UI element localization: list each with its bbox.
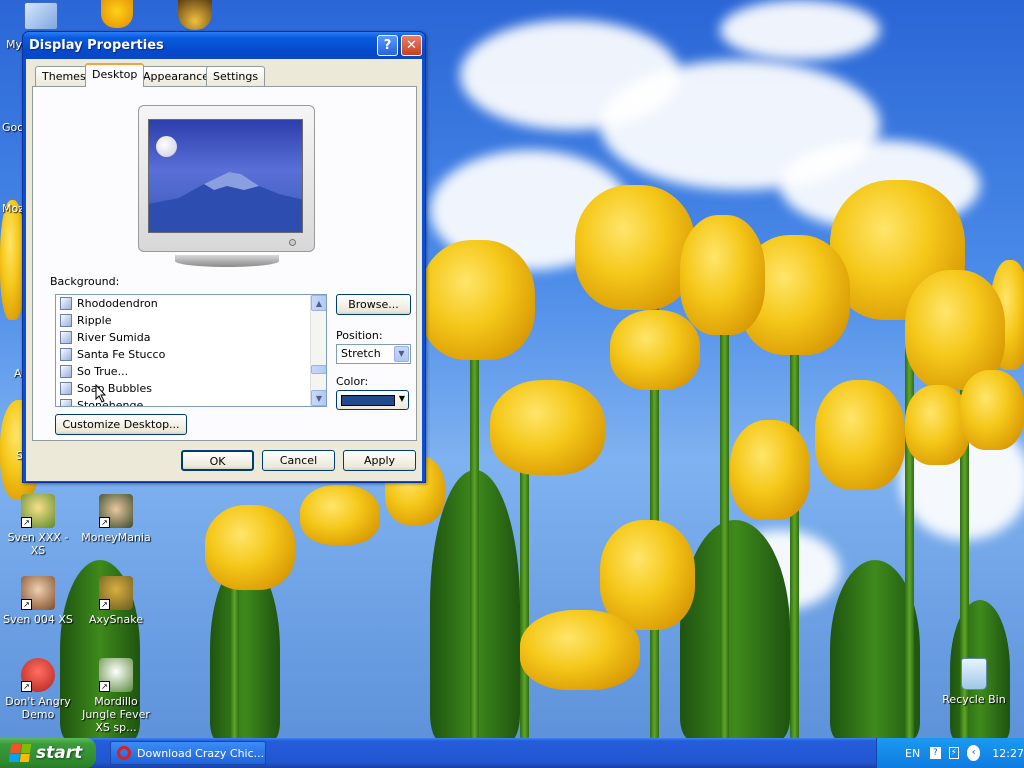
desktop-icon-moneymania[interactable]: ↗ MoneyMania bbox=[78, 494, 154, 544]
language-indicator[interactable]: EN bbox=[905, 747, 920, 760]
chicken-game-icon[interactable] bbox=[101, 0, 133, 28]
list-item[interactable]: River Sumida bbox=[56, 329, 326, 346]
color-label: Color: bbox=[336, 375, 369, 388]
mordillo-icon: ↗ bbox=[99, 658, 133, 692]
desktop-icon-label-google[interactable]: Goo bbox=[2, 121, 24, 134]
shortcut-arrow-icon: ↗ bbox=[21, 599, 32, 610]
customize-desktop-button[interactable]: Customize Desktop... bbox=[55, 414, 187, 435]
desktop-icon-dont-angry[interactable]: ↗ Don't Angry Demo bbox=[0, 658, 76, 721]
desktop-icon-axysnake[interactable]: ↗ AxySnake bbox=[78, 576, 154, 626]
desktop-icon-sven-004[interactable]: ↗ Sven 004 XS bbox=[0, 576, 76, 626]
position-value: Stretch bbox=[341, 347, 381, 360]
desktop-icon-mordillo[interactable]: ↗ Mordillo Jungle Fever XS sp... bbox=[78, 658, 154, 734]
scroll-thumb[interactable] bbox=[311, 365, 326, 374]
close-button[interactable]: ✕ bbox=[401, 35, 422, 56]
clock[interactable]: 12:27 bbox=[992, 747, 1024, 760]
desktop-icon-label: Recycle Bin bbox=[942, 693, 1006, 706]
tab-settings[interactable]: Settings bbox=[206, 66, 266, 86]
dont-angry-icon: ↗ bbox=[21, 658, 55, 692]
mouse-cursor-icon bbox=[95, 384, 107, 403]
network-tray-icon[interactable]: ⚡ bbox=[948, 747, 959, 759]
ok-button[interactable]: OK bbox=[181, 450, 254, 471]
system-tray: EN ? ⚡ ‹ 12:27 bbox=[876, 738, 1024, 768]
image-file-icon bbox=[60, 314, 72, 327]
window-client-area: Themes Desktop Appearance Settings Backg… bbox=[26, 59, 422, 481]
desktop-icon-label: MoneyMania bbox=[81, 531, 151, 544]
color-picker-button[interactable]: ▼ bbox=[336, 390, 409, 410]
recycle-bin-icon bbox=[961, 658, 987, 690]
scroll-down-button[interactable]: ▼ bbox=[311, 390, 326, 406]
desktop-tab-panel: Background: Rhododendron Ripple River Su… bbox=[32, 86, 417, 441]
sven-004-icon: ↗ bbox=[21, 576, 55, 610]
moon-image bbox=[156, 136, 177, 157]
taskbar-item-label: Download Crazy Chic... bbox=[137, 746, 265, 760]
chevron-down-icon[interactable]: ▼ bbox=[394, 346, 409, 362]
opera-icon bbox=[117, 746, 131, 760]
desktop-icon-label: AxySnake bbox=[89, 613, 143, 626]
list-item[interactable]: Santa Fe Stucco bbox=[56, 346, 326, 363]
wallpaper-preview bbox=[148, 119, 303, 233]
display-properties-window[interactable]: Display Properties ? ✕ Themes Desktop Ap… bbox=[22, 31, 426, 483]
list-scrollbar[interactable]: ▲ ▼ bbox=[310, 295, 326, 406]
moneymania-icon: ↗ bbox=[99, 494, 133, 528]
desktop-icon-label-mozilla[interactable]: Moz bbox=[2, 202, 24, 215]
sven-xxx-icon: ↗ bbox=[21, 494, 55, 528]
image-file-icon bbox=[60, 331, 72, 344]
tab-appearance[interactable]: Appearance bbox=[136, 66, 217, 86]
desktop-icon-label: Mordillo Jungle Fever XS sp... bbox=[82, 695, 150, 734]
apply-button[interactable]: Apply bbox=[343, 450, 416, 471]
dropdown-arrow-icon: ▼ bbox=[398, 394, 405, 403]
taskbar-item-opera[interactable]: Download Crazy Chic... bbox=[110, 741, 266, 765]
image-file-icon bbox=[60, 399, 72, 406]
background-label: Background: bbox=[50, 275, 120, 288]
chevron-down-icon: ▼ bbox=[315, 393, 323, 403]
list-item[interactable]: Ripple bbox=[56, 312, 326, 329]
cancel-button[interactable]: Cancel bbox=[262, 450, 335, 471]
scroll-up-button[interactable]: ▲ bbox=[311, 295, 326, 311]
back-arrow-icon[interactable]: ‹ bbox=[966, 745, 981, 761]
chevron-up-icon: ▲ bbox=[315, 298, 323, 308]
shortcut-arrow-icon: ↗ bbox=[21, 517, 32, 528]
image-file-icon bbox=[60, 365, 72, 378]
shortcut-arrow-icon: ↗ bbox=[99, 681, 110, 692]
help-button[interactable]: ? bbox=[377, 35, 398, 56]
axysnake-icon: ↗ bbox=[99, 576, 133, 610]
window-title: Display Properties bbox=[29, 38, 164, 53]
mountain-image bbox=[149, 172, 302, 232]
list-item[interactable]: So True... bbox=[56, 363, 326, 380]
shortcut-arrow-icon: ↗ bbox=[21, 681, 32, 692]
list-item[interactable]: Rhododendron bbox=[56, 295, 326, 312]
spy-game-icon[interactable] bbox=[178, 0, 212, 30]
shortcut-arrow-icon: ↗ bbox=[99, 599, 110, 610]
taskbar: start Download Crazy Chic... EN ? ⚡ ‹ 12… bbox=[0, 738, 1024, 768]
position-label: Position: bbox=[336, 329, 383, 342]
desktop-icon-recycle-bin[interactable]: Recycle Bin bbox=[936, 658, 1012, 706]
image-file-icon bbox=[60, 348, 72, 361]
windows-logo-icon bbox=[8, 744, 32, 762]
my-computer-icon bbox=[24, 2, 58, 30]
image-file-icon bbox=[60, 297, 72, 310]
monitor-stand bbox=[175, 255, 279, 267]
start-button[interactable]: start bbox=[0, 738, 96, 768]
monitor-preview bbox=[138, 105, 315, 252]
position-select[interactable]: Stretch ▼ bbox=[336, 344, 411, 364]
start-label: start bbox=[36, 743, 83, 763]
image-file-icon bbox=[60, 382, 72, 395]
shortcut-arrow-icon: ↗ bbox=[99, 517, 110, 528]
close-icon: ✕ bbox=[406, 38, 417, 53]
help-icon: ? bbox=[383, 38, 392, 53]
window-titlebar[interactable]: Display Properties ? ✕ bbox=[23, 32, 425, 59]
tab-desktop[interactable]: Desktop bbox=[85, 63, 145, 87]
browse-button[interactable]: Browse... bbox=[336, 294, 411, 315]
help-tray-icon[interactable]: ? bbox=[930, 747, 941, 759]
desktop-icon-label: Sven 004 XS bbox=[3, 613, 73, 626]
power-led bbox=[289, 239, 296, 246]
desktop-icon-sven-xxx[interactable]: ↗ Sven XXX - XS bbox=[0, 494, 76, 557]
color-swatch bbox=[341, 395, 395, 406]
desktop-icon-label: Sven XXX - XS bbox=[7, 531, 69, 557]
desktop-icon-label: My bbox=[6, 38, 23, 51]
desktop-icon-label-a[interactable]: A bbox=[14, 367, 22, 380]
desktop-icon-label: Don't Angry Demo bbox=[5, 695, 71, 721]
